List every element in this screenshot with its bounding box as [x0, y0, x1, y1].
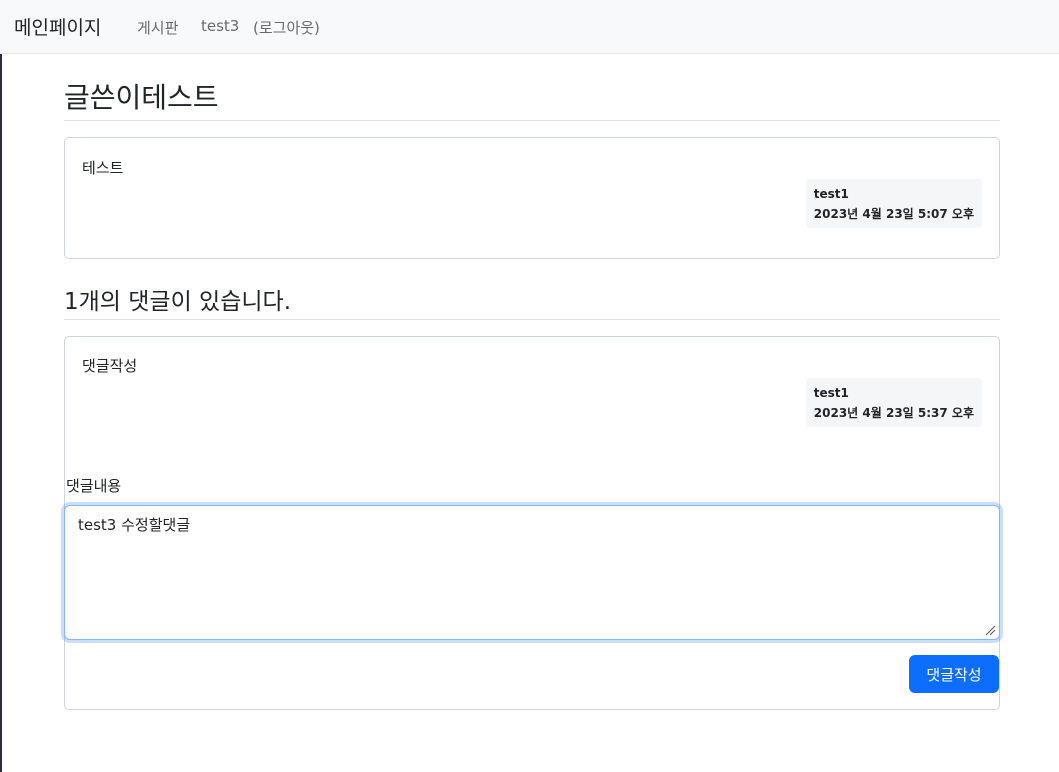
nav-link-board[interactable]: 게시판: [137, 17, 178, 38]
post-author: test1: [813, 187, 849, 201]
post-card: 테스트 test1 2023년 4월 23일 5:07 오후: [64, 137, 1000, 259]
comment-form-label: 댓글내용: [66, 477, 122, 495]
window-edge: [0, 54, 2, 772]
comment-count: 1개의 댓글이 있습니다.: [64, 282, 1000, 320]
post-title: 글쓴이테스트: [64, 76, 1000, 121]
page: 메인페이지 게시판 test3 (로그아웃) 글쓴이테스트 테스트 test1 …: [0, 0, 1059, 772]
comment-author: test1: [813, 386, 849, 400]
nav-link-logout[interactable]: (로그아웃): [253, 17, 320, 38]
post-content: 테스트: [82, 159, 124, 177]
brand-link[interactable]: 메인페이지: [14, 13, 101, 40]
post-date: 2023년 4월 23일 5:07 오후: [813, 207, 974, 221]
nav-link-username[interactable]: test3: [201, 17, 239, 35]
navbar: 메인페이지 게시판 test3 (로그아웃): [0, 0, 1059, 54]
resize-grip-icon[interactable]: [985, 625, 996, 636]
comment-content: 댓글작성: [82, 357, 138, 375]
comment-textarea[interactable]: test3 수정할댓글: [64, 505, 1000, 640]
comment-date: 2023년 4월 23일 5:37 오후: [813, 406, 974, 420]
submit-comment-button[interactable]: 댓글작성: [909, 655, 999, 693]
comment-meta-badge: test1 2023년 4월 23일 5:37 오후: [805, 378, 982, 427]
post-meta-badge: test1 2023년 4월 23일 5:07 오후: [805, 179, 982, 228]
